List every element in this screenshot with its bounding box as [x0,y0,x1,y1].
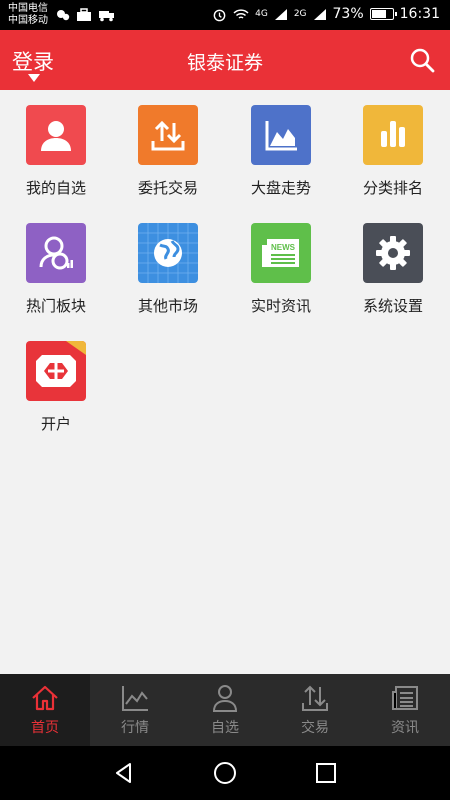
area-chart-icon [251,105,311,165]
nav-label: 交易 [301,720,329,736]
notification-icons [56,8,116,22]
search-icon[interactable] [408,46,436,74]
tile-label: 大盘走势 [250,179,311,197]
tile-label: 我的自选 [25,179,86,197]
tile-label: 分类排名 [362,179,423,197]
nav-home[interactable]: 首页 [0,674,90,746]
tile-open-account[interactable]: 开户 [0,326,112,444]
bar-chart-icon [363,105,423,165]
clock: 16:31 [399,6,440,22]
back-icon[interactable] [112,761,136,785]
alarm-icon [213,9,226,21]
nav-watchlist[interactable]: 自选 [180,674,270,746]
briefcase-icon [77,8,91,21]
tile-label: 热门板块 [25,297,86,315]
home-icon [32,685,58,711]
hot-sector-icon [26,223,86,283]
carrier-2: 中国移动 [8,15,48,26]
app-title: 银泰证券 [186,52,263,74]
battery-percent: 73% [332,6,364,22]
tile-realtime-news[interactable]: NEWS 实时资讯 [225,208,337,326]
open-account-icon [26,341,86,401]
newspaper-icon [392,686,418,710]
tile-my-watchlist[interactable]: 我的自选 [0,90,112,208]
network-type-2: 2G [293,9,307,19]
tile-label: 开户 [40,415,71,433]
tile-label: 其他市场 [137,297,198,315]
tile-trade[interactable]: 委托交易 [112,90,224,208]
battery-icon [369,8,397,20]
status-right: 4G 2G 73% 16:31 [212,6,440,22]
nav-label: 自选 [211,720,239,736]
wifi-icon [233,8,249,19]
tile-label: 实时资讯 [250,297,311,315]
nav-market[interactable]: 行情 [90,674,180,746]
tile-market-trend[interactable]: 大盘走势 [225,90,337,208]
nav-news[interactable]: 资讯 [360,674,450,746]
market-chart-icon [122,686,148,711]
nav-label: 行情 [121,720,149,736]
user-icon [212,685,238,712]
bottom-nav: 首页 行情 自选 交易 资讯 [0,674,450,746]
news-badge: NEWS [271,243,296,252]
tile-other-markets[interactable]: 其他市场 [112,208,224,326]
tile-hot-sectors[interactable]: 热门板块 [0,208,112,326]
exchange-icon [302,685,328,711]
signal-icon [313,8,326,20]
app-header: 登录 银泰证券 [0,30,450,90]
tile-label: 系统设置 [362,297,423,315]
network-type-1: 4G [255,9,268,19]
tile-ranking[interactable]: 分类排名 [337,90,449,208]
carrier-info: 中国电信 中国移动 [8,3,48,27]
carrier-1: 中国电信 [8,3,48,14]
recents-icon[interactable] [314,761,338,785]
caret-down-icon [28,74,40,82]
nav-label: 首页 [31,720,59,736]
tile-label: 委托交易 [137,179,198,197]
person-icon [26,105,86,165]
truck-icon [99,11,114,22]
news-icon: NEWS [251,223,311,283]
home-circle-icon[interactable] [213,761,237,785]
trade-arrows-icon [138,105,198,165]
nav-trade[interactable]: 交易 [270,674,360,746]
globe-icon [138,223,198,283]
tile-system-settings[interactable]: 系统设置 [337,208,449,326]
signal-icon [274,8,287,20]
status-bar: 中国电信 中国移动 4G 2G 73% 16:31 [0,0,450,30]
gear-icon [363,223,423,283]
wechat-notification-icon [57,10,70,21]
system-nav-bar [0,746,450,800]
nav-label: 资讯 [391,720,419,736]
